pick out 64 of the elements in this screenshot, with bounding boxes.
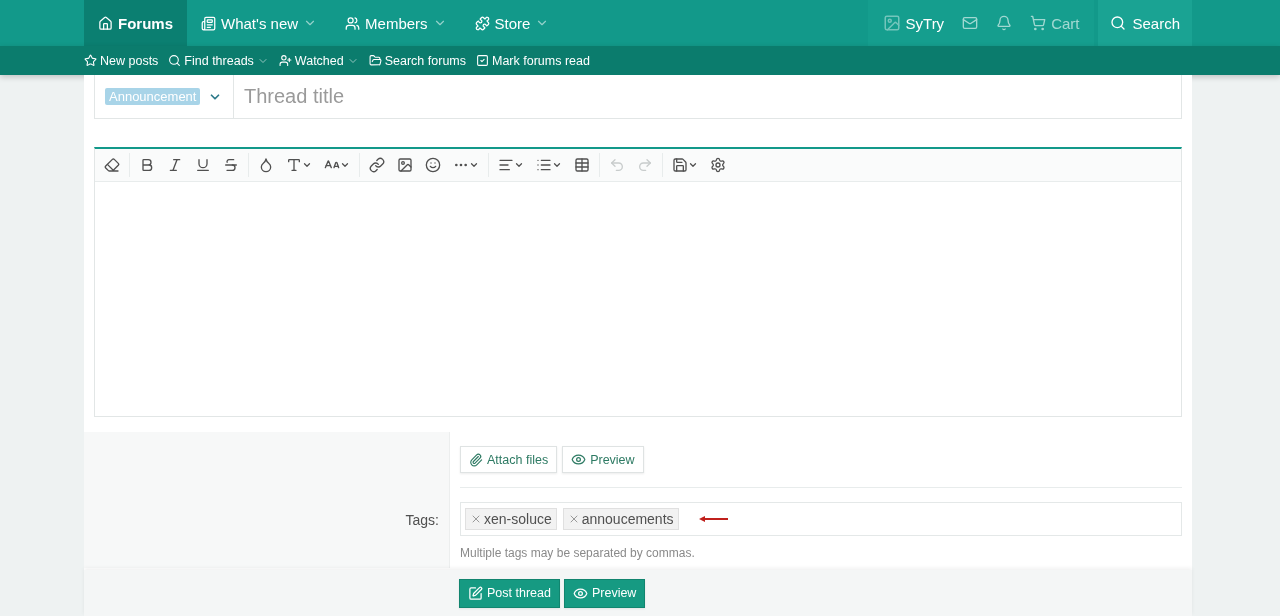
caret-icon <box>469 160 479 170</box>
redo-icon <box>637 157 653 173</box>
save-icon <box>672 157 688 173</box>
subnav-link[interactable]: Watched <box>278 53 359 68</box>
align-icon <box>498 157 514 173</box>
user-plus-icon <box>278 54 292 67</box>
caret-icon <box>552 160 562 170</box>
caret-icon <box>514 160 524 170</box>
eraser-icon <box>104 157 120 173</box>
bold-icon <box>139 157 155 173</box>
caret-icon <box>302 160 312 170</box>
subnav-link[interactable]: New posts <box>84 53 159 68</box>
italic-icon <box>167 157 183 173</box>
nav-tab[interactable]: What's new <box>187 0 332 46</box>
people-icon <box>345 15 361 31</box>
caret-icon <box>688 160 698 170</box>
preview-button[interactable]: Preview <box>563 578 646 608</box>
hint-text: Multiple tags may be separated by commas. <box>460 546 696 560</box>
attach-files-button[interactable]: Attach files <box>460 446 558 473</box>
strikethrough-icon <box>223 157 239 173</box>
eye-icon <box>572 585 588 601</box>
home-icon <box>98 15 113 31</box>
nav-tab[interactable]: Forums <box>84 0 187 46</box>
search-tab[interactable]: Search <box>1098 0 1192 46</box>
edit-icon <box>468 585 483 601</box>
droplet-icon <box>258 157 274 173</box>
field-label: Tags: <box>405 511 439 528</box>
link-icon <box>369 157 385 173</box>
undo-icon <box>609 157 625 173</box>
post-thread-button[interactable]: Post thread <box>459 578 560 608</box>
remove-icon[interactable] <box>470 513 482 525</box>
arrow-icon <box>698 515 729 523</box>
tags-field[interactable]: xen-soluce annoucements <box>460 502 1182 536</box>
paperclip-icon <box>469 452 483 467</box>
search-icon <box>1110 15 1127 31</box>
settings-icon <box>710 157 726 173</box>
star-icon <box>84 54 97 67</box>
preview-button[interactable]: Preview <box>562 446 644 473</box>
mail-icon <box>962 15 979 31</box>
font-icon <box>286 157 302 173</box>
puzzle-icon <box>474 15 490 31</box>
nav-tab[interactable]: Members <box>331 0 461 46</box>
subnav-link[interactable]: Find threads <box>168 53 269 68</box>
checkbox-icon <box>476 54 489 67</box>
newspaper-icon <box>201 15 216 31</box>
tag: annoucements <box>562 508 679 530</box>
smiley-icon <box>425 157 441 173</box>
bell-icon <box>996 15 1013 31</box>
table-icon <box>574 157 590 173</box>
caret-icon <box>340 160 350 170</box>
subnav-link[interactable]: Mark forums read <box>476 53 590 68</box>
cart-icon <box>1030 15 1047 31</box>
eye-icon <box>571 452 587 467</box>
list-icon <box>536 157 552 173</box>
underline-icon <box>195 157 211 173</box>
tag: xen-soluce <box>465 508 557 530</box>
folder-icon <box>368 54 382 67</box>
prefix-label: Announcement <box>105 88 201 105</box>
search-icon <box>168 54 182 67</box>
nav-tab[interactable]: Store <box>460 0 564 46</box>
cart-link[interactable]: Cart <box>1021 14 1089 32</box>
image-icon <box>397 157 413 173</box>
user-link[interactable]: SyTry <box>873 14 954 32</box>
subnav-link[interactable]: Search forums <box>368 53 466 68</box>
